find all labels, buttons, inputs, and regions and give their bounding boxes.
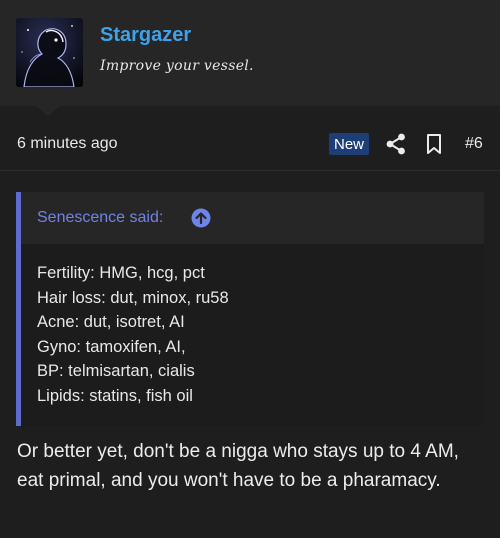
divider bbox=[0, 170, 500, 171]
share-icon[interactable] bbox=[385, 132, 407, 156]
post-timestamp[interactable]: 6 minutes ago bbox=[17, 135, 118, 153]
quote-line: Acne: dut, isotret, AI bbox=[37, 313, 185, 331]
post-number-link[interactable]: #6 bbox=[465, 135, 483, 153]
quote-line: Gyno: tamoxifen, AI, bbox=[37, 337, 186, 356]
post-body-text: Or better yet, don't be a nigga who stay… bbox=[17, 441, 459, 491]
post-author-header: Stargazer Improve your vessel. bbox=[0, 0, 500, 106]
arrow-up-circle-icon[interactable] bbox=[191, 208, 211, 228]
username[interactable]: Stargazer bbox=[100, 24, 191, 47]
quote-line: Hair loss: dut, minox, ru58 bbox=[37, 288, 229, 307]
header-caret bbox=[34, 104, 62, 116]
quote-block: Senescence said: Fertility: HMG, hcg, pc… bbox=[16, 192, 484, 426]
post-meta-row: 6 minutes ago New #6 bbox=[0, 128, 500, 160]
quote-author[interactable]: Senescence said: bbox=[37, 209, 163, 227]
avatar[interactable] bbox=[16, 18, 83, 87]
user-title: Improve your vessel. bbox=[100, 58, 254, 74]
quote-header: Senescence said: bbox=[21, 192, 484, 244]
quote-line: BP: telmisartan, cialis bbox=[37, 362, 195, 380]
new-badge: New bbox=[329, 133, 369, 155]
quote-content: Fertility: HMG, hcg, pct Hair loss: dut,… bbox=[37, 261, 229, 408]
bookmark-icon[interactable] bbox=[424, 133, 444, 155]
quote-line: Lipids: statins, fish oil bbox=[37, 386, 193, 405]
quote-line: Fertility: HMG, hcg, pct bbox=[37, 264, 205, 282]
